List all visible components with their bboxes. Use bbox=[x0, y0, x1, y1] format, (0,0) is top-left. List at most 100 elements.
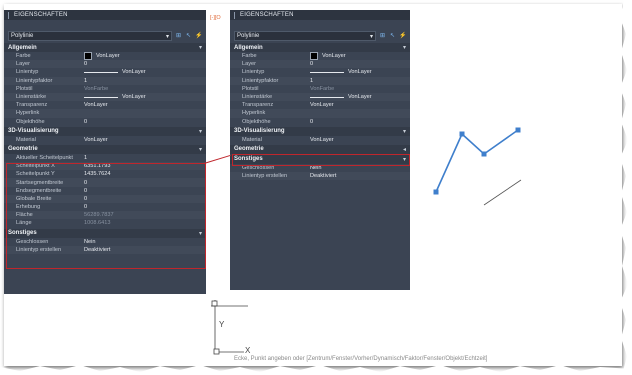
property-value[interactable]: VonLayer bbox=[310, 69, 410, 75]
linetype-preview-icon bbox=[84, 71, 118, 73]
linetype-preview-icon bbox=[310, 96, 344, 98]
property-value-text: 1 bbox=[84, 77, 88, 84]
property-value[interactable]: 1 bbox=[310, 78, 410, 84]
line-object bbox=[483, 179, 522, 206]
property-value[interactable]: VonFarbe bbox=[310, 86, 410, 92]
property-row[interactable]: Transparenz VonLayer bbox=[230, 101, 410, 109]
grip-4 bbox=[515, 127, 521, 133]
property-row[interactable]: Objekthöhe 0 bbox=[230, 118, 410, 126]
section-header[interactable]: 3D-Visualisierung ▾ bbox=[4, 126, 206, 136]
section-header[interactable]: Allgemein ▾ bbox=[230, 43, 410, 52]
property-name: Material bbox=[16, 136, 36, 143]
quick-select-icon[interactable]: ⚡ bbox=[195, 33, 202, 40]
property-value[interactable]: Deaktiviert bbox=[310, 173, 410, 179]
property-value[interactable]: VonLayer bbox=[84, 94, 206, 100]
toggle-pickadd-icon[interactable]: ⊞ bbox=[175, 33, 182, 40]
palette-titlebar[interactable]: EIGENSCHAFTEN bbox=[230, 10, 410, 20]
viewport-controls[interactable]: [-][O bbox=[210, 15, 221, 21]
property-value-text: VonLayer bbox=[310, 102, 334, 109]
ucs-icon bbox=[211, 300, 248, 355]
property-value[interactable]: VonLayer bbox=[310, 137, 410, 143]
property-row[interactable]: Objekthöhe 0 bbox=[4, 118, 206, 126]
property-value[interactable]: 0 bbox=[84, 61, 206, 67]
property-name: Hyperlink bbox=[16, 110, 40, 117]
command-line[interactable]: Ecke, Punkt angeben oder [Zentrum/Fenste… bbox=[234, 356, 487, 362]
color-swatch-icon bbox=[84, 52, 92, 61]
property-value[interactable]: VonFarbe bbox=[84, 86, 206, 92]
section-header[interactable]: Geometrie ▾ bbox=[4, 144, 206, 154]
select-objects-icon[interactable]: ↖ bbox=[185, 33, 192, 40]
property-name: Layer bbox=[16, 61, 30, 68]
property-row[interactable]: Hyperlink bbox=[4, 109, 206, 118]
property-row[interactable]: Farbe VonLayer bbox=[4, 52, 206, 61]
property-value-text: 0 bbox=[84, 61, 88, 68]
linetype-preview-icon bbox=[310, 71, 344, 73]
property-row[interactable]: Linientyp VonLayer bbox=[230, 68, 410, 76]
property-value[interactable]: VonLayer bbox=[84, 137, 206, 143]
object-type-select[interactable]: Polylinie ▾ bbox=[234, 31, 376, 41]
property-name: Hyperlink bbox=[242, 110, 266, 117]
property-value-text: VonLayer bbox=[122, 69, 146, 76]
property-name: Transparenz bbox=[16, 102, 48, 109]
collapse-icon[interactable]: ▾ bbox=[403, 44, 406, 51]
property-value[interactable]: 1 bbox=[84, 78, 206, 84]
collapse-icon[interactable]: ▾ bbox=[199, 146, 202, 153]
property-row[interactable]: Farbe VonLayer bbox=[230, 52, 410, 61]
property-row[interactable]: Linientypfaktor 1 bbox=[230, 76, 410, 85]
property-row[interactable]: Plotstil VonFarbe bbox=[4, 85, 206, 93]
property-value-text: VonLayer bbox=[322, 53, 346, 60]
section-header[interactable]: Allgemein ▾ bbox=[4, 43, 206, 52]
property-row[interactable]: Linientyp erstellen Deaktiviert bbox=[230, 172, 410, 181]
chevron-down-icon: ▾ bbox=[165, 33, 169, 40]
quick-select-icon[interactable]: ⚡ bbox=[399, 33, 406, 40]
select-objects-icon[interactable]: ↖ bbox=[389, 33, 396, 40]
property-name: Linientyp erstellen bbox=[242, 173, 288, 180]
property-name: Linientyp bbox=[16, 69, 39, 76]
property-row[interactable]: Plotstil VonFarbe bbox=[230, 85, 410, 93]
expand-icon[interactable]: ◂ bbox=[403, 146, 406, 153]
property-value[interactable]: VonLayer bbox=[310, 102, 410, 108]
property-value[interactable]: 1 bbox=[84, 155, 206, 161]
property-row[interactable]: Layer 0 bbox=[4, 60, 206, 69]
collapse-icon[interactable]: ▾ bbox=[403, 128, 406, 135]
property-row[interactable]: Hyperlink bbox=[230, 109, 410, 118]
palette-titlebar[interactable]: EIGENSCHAFTEN bbox=[4, 10, 206, 20]
property-value-text: VonFarbe bbox=[310, 85, 335, 92]
collapse-icon[interactable]: ▾ bbox=[199, 44, 202, 51]
section-header[interactable]: 3D-Visualisierung ▾ bbox=[230, 126, 410, 136]
property-name: Linientypfaktor bbox=[16, 77, 53, 84]
property-value-text: 0 bbox=[310, 118, 314, 125]
property-value[interactable]: VonLayer bbox=[310, 94, 410, 100]
property-value[interactable]: 0 bbox=[310, 119, 410, 125]
section-title: 3D-Visualisierung bbox=[234, 128, 285, 135]
property-value[interactable]: VonLayer bbox=[310, 52, 410, 61]
property-name: Objekthöhe bbox=[242, 118, 271, 125]
property-row[interactable]: Linientyp VonLayer bbox=[4, 68, 206, 76]
property-row[interactable]: Layer 0 bbox=[230, 60, 410, 69]
property-row[interactable]: Material VonLayer bbox=[4, 136, 206, 144]
property-row[interactable]: Aktueller Scheitelpunkt 1 bbox=[4, 154, 206, 162]
object-type-value: Polylinie bbox=[11, 33, 34, 39]
grip-3 bbox=[481, 151, 487, 157]
property-name: Plotstil bbox=[242, 85, 259, 92]
grip-2 bbox=[459, 131, 465, 137]
property-name: Linienstärke bbox=[242, 94, 273, 101]
property-value[interactable]: 0 bbox=[310, 61, 410, 67]
palette-title: EIGENSCHAFTEN bbox=[240, 12, 294, 18]
toggle-pickadd-icon[interactable]: ⊞ bbox=[379, 33, 386, 40]
property-value[interactable]: VonLayer bbox=[84, 52, 206, 61]
property-value[interactable]: VonLayer bbox=[84, 69, 206, 75]
object-type-select[interactable]: Polylinie ▾ bbox=[8, 31, 172, 41]
property-row[interactable]: Linienstärke VonLayer bbox=[4, 92, 206, 102]
property-row[interactable]: Linientypfaktor 1 bbox=[4, 76, 206, 85]
grip-icon bbox=[234, 11, 237, 19]
ucs-y-label: Y bbox=[219, 320, 225, 329]
property-value[interactable]: 0 bbox=[84, 119, 206, 125]
property-row[interactable]: Material VonLayer bbox=[230, 136, 410, 144]
property-row[interactable]: Linienstärke VonLayer bbox=[230, 92, 410, 102]
section-title: 3D-Visualisierung bbox=[8, 128, 59, 135]
collapse-icon[interactable]: ▾ bbox=[199, 128, 202, 135]
property-row[interactable]: Transparenz VonLayer bbox=[4, 101, 206, 109]
property-value[interactable]: VonLayer bbox=[84, 102, 206, 108]
section-header[interactable]: Geometrie ◂ bbox=[230, 144, 410, 154]
